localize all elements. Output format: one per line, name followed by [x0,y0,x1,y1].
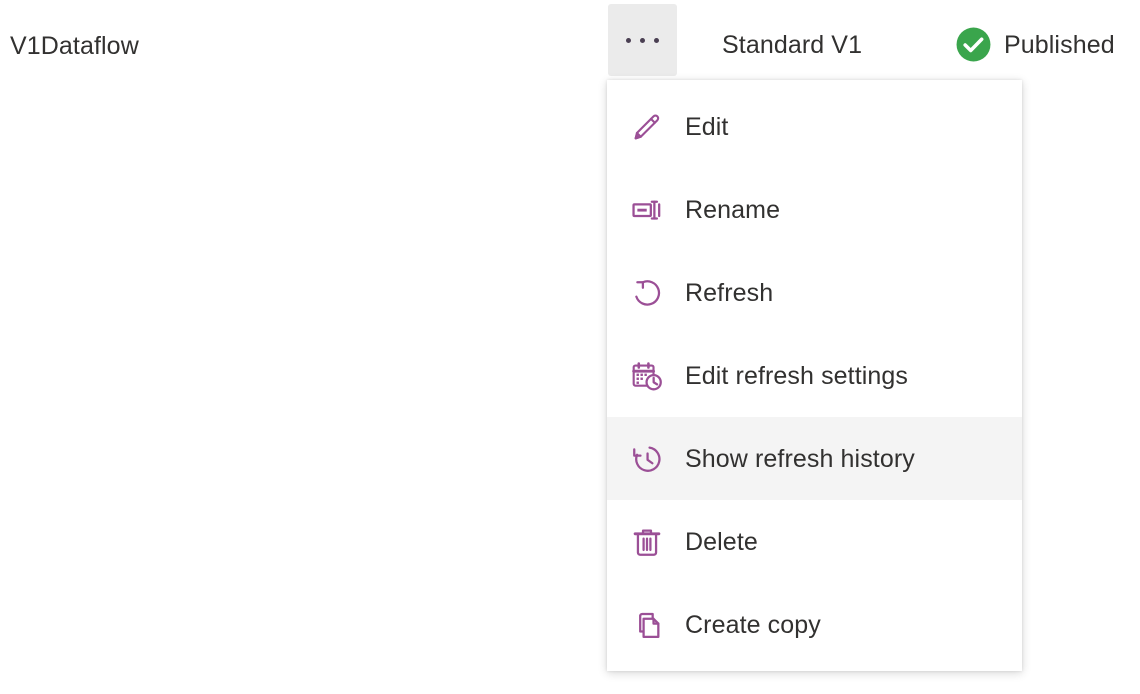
status-badge: Published [955,26,1115,63]
menu-item-label: Show refresh history [685,443,915,475]
pencil-icon [629,109,665,145]
menu-item-edit[interactable]: Edit [607,85,1022,168]
menu-item-label: Edit refresh settings [685,360,908,392]
rename-icon [629,192,665,228]
menu-item-show-refresh-history[interactable]: Show refresh history [607,417,1022,500]
refresh-icon [629,275,665,311]
version-label: Standard V1 [722,29,862,61]
menu-item-rename[interactable]: Rename [607,168,1022,251]
menu-item-refresh[interactable]: Refresh [607,251,1022,334]
menu-item-label: Rename [685,194,780,226]
menu-item-label: Create copy [685,609,821,641]
status-label: Published [1004,29,1115,61]
menu-item-label: Edit [685,111,728,143]
menu-item-delete[interactable]: Delete [607,500,1022,583]
header-bar: V1Dataflow Standard V1 Published [0,0,1140,80]
menu-item-create-copy[interactable]: Create copy [607,583,1022,666]
page-title: V1Dataflow [10,30,139,62]
calendar-clock-icon [629,358,665,394]
check-circle-icon [955,26,992,63]
context-menu: Edit Rename Refresh [607,80,1022,671]
history-icon [629,441,665,477]
ellipsis-icon [626,38,659,43]
more-options-button[interactable] [608,4,677,76]
trash-icon [629,524,665,560]
menu-item-label: Delete [685,526,758,558]
menu-item-label: Refresh [685,277,773,309]
menu-item-edit-refresh-settings[interactable]: Edit refresh settings [607,334,1022,417]
copy-icon [629,607,665,643]
